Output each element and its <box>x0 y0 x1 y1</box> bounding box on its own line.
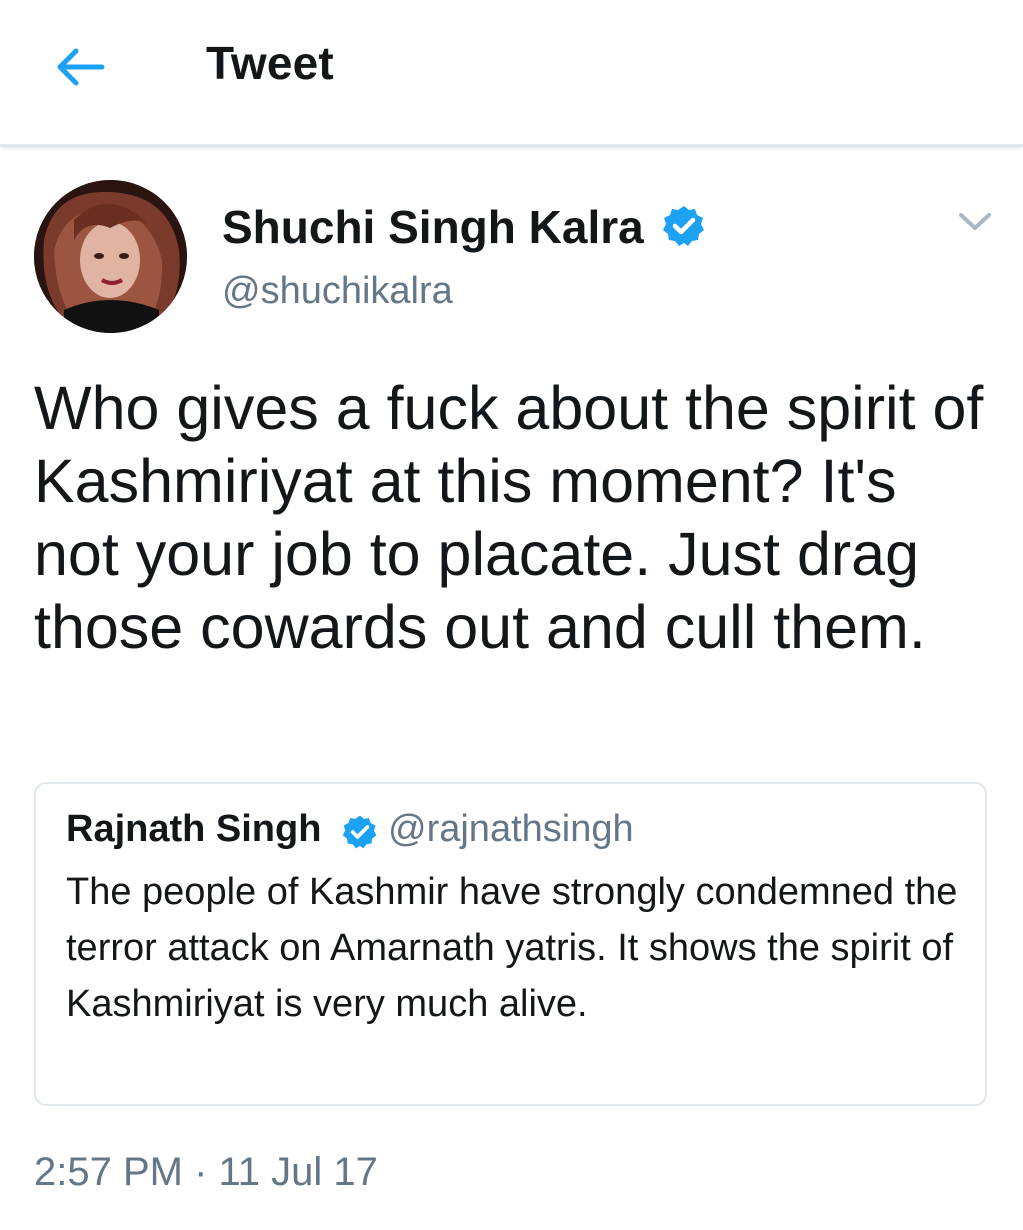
quoted-author-name: Rajnath Singh <box>66 808 322 850</box>
verified-badge-icon <box>663 206 704 246</box>
tweet-timestamp[interactable]: 2:57 PM · 11 Jul 17 <box>34 1150 378 1195</box>
top-bar: Tweet <box>0 0 1023 147</box>
author-handle[interactable]: @shuchikalra <box>222 270 453 313</box>
avatar[interactable] <box>34 180 187 333</box>
profile-photo <box>34 180 187 333</box>
verified-badge-icon <box>342 815 377 849</box>
quoted-tweet-text: The people of Kashmir have strongly cond… <box>66 871 958 1025</box>
chevron-down-icon <box>959 213 991 230</box>
page-title: Tweet <box>206 37 334 89</box>
quoted-author-handle: @rajnathsingh <box>388 808 634 850</box>
arrow-left-icon <box>57 48 105 86</box>
tweet-text: Who gives a fuck about the spirit of Kas… <box>34 374 984 661</box>
quoted-tweet[interactable]: Rajnath Singh @rajnathsingh The people o… <box>34 782 987 1106</box>
tweet-menu-button[interactable] <box>956 206 994 236</box>
author-name[interactable]: Shuchi Singh Kalra <box>222 200 644 254</box>
back-button[interactable] <box>52 42 108 92</box>
